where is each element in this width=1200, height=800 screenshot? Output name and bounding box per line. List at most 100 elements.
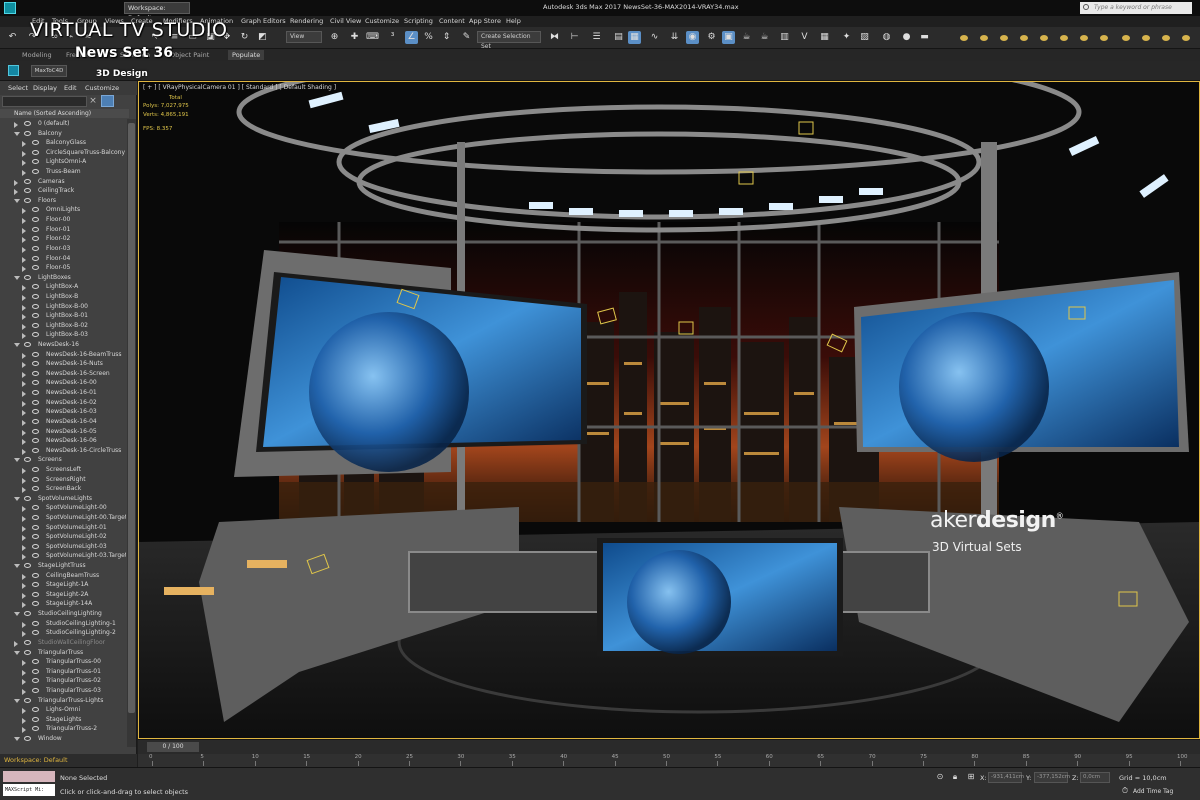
visibility-eye-icon[interactable] — [32, 370, 39, 376]
tree-row[interactable]: Floor-04 — [0, 254, 126, 264]
vray-frame-buffer-icon[interactable]: ▥ — [778, 31, 791, 44]
visibility-eye-icon[interactable] — [24, 495, 31, 501]
visibility-eye-icon[interactable] — [32, 620, 39, 626]
expand-arrow-icon[interactable] — [22, 323, 26, 330]
expand-arrow-icon[interactable] — [22, 477, 26, 484]
expand-arrow-icon[interactable] — [22, 371, 26, 378]
menu-customize[interactable]: Customize — [365, 17, 399, 25]
expand-arrow-icon[interactable] — [22, 227, 26, 234]
omni-light-icon[interactable] — [1060, 35, 1068, 41]
menu-content[interactable]: Content — [439, 17, 465, 25]
visibility-eye-icon[interactable] — [32, 534, 39, 540]
mirror-icon[interactable]: ⧓ — [548, 31, 561, 44]
tree-row[interactable]: SpotVolumeLight-00.Target — [0, 513, 126, 523]
expand-arrow-icon[interactable] — [22, 352, 26, 359]
expand-arrow-icon[interactable] — [14, 189, 18, 196]
tree-row[interactable]: ScreenBack — [0, 484, 126, 494]
expand-arrow-icon[interactable] — [22, 294, 26, 301]
menu-graph-editors[interactable]: Graph Editors — [241, 17, 286, 25]
spot-light-icon[interactable] — [1080, 35, 1088, 41]
visibility-eye-icon[interactable] — [24, 197, 31, 203]
visibility-eye-icon[interactable] — [32, 332, 39, 338]
tree-row[interactable]: NewsDesk-16-00 — [0, 378, 126, 388]
visibility-eye-icon[interactable] — [32, 601, 39, 607]
tree-row[interactable]: ScreensRight — [0, 475, 126, 485]
tree-row[interactable]: SpotVolumeLight-03.Target — [0, 551, 126, 561]
visibility-eye-icon[interactable] — [32, 207, 39, 213]
expand-arrow-icon[interactable] — [22, 391, 26, 398]
tree-row[interactable]: LightBox-B-00 — [0, 302, 126, 312]
vray-light-lister-icon[interactable]: ▦ — [818, 31, 831, 44]
visibility-eye-icon[interactable] — [24, 611, 31, 617]
visibility-eye-icon[interactable] — [32, 428, 39, 434]
expand-arrow-icon[interactable] — [22, 266, 26, 273]
keyboard-shortcut-icon[interactable]: ⌨ — [366, 31, 379, 44]
visibility-eye-icon[interactable] — [32, 303, 39, 309]
visibility-eye-icon[interactable] — [24, 736, 31, 741]
vray-plane-icon[interactable]: ▬ — [918, 31, 931, 44]
expand-arrow-icon[interactable] — [22, 429, 26, 436]
tree-row[interactable]: NewsDesk-16-Screen — [0, 369, 126, 379]
visibility-eye-icon[interactable] — [32, 399, 39, 405]
expand-arrow-icon[interactable] — [22, 314, 26, 321]
photometric-light-icon[interactable] — [1182, 35, 1190, 41]
collapse-arrow-icon[interactable] — [14, 198, 20, 203]
visibility-eye-icon[interactable] — [32, 572, 39, 578]
max-plugin-icon[interactable] — [8, 65, 19, 76]
visibility-eye-icon[interactable] — [24, 697, 31, 703]
visibility-eye-icon[interactable] — [32, 245, 39, 251]
vray-ambient-light-icon[interactable] — [1040, 35, 1048, 41]
tree-row[interactable]: StudioCeilingLighting — [0, 609, 126, 619]
menu-app-store[interactable]: App Store — [469, 17, 501, 25]
expand-arrow-icon[interactable] — [22, 246, 26, 253]
tree-row[interactable]: SpotVolumeLight-02 — [0, 532, 126, 542]
scale-icon[interactable]: ◩ — [256, 31, 269, 44]
expand-arrow-icon[interactable] — [22, 573, 26, 580]
expand-arrow-icon[interactable] — [22, 304, 26, 311]
tree-row[interactable]: StudioWallCeilingFloor — [0, 638, 126, 648]
undo-icon[interactable]: ↶ — [6, 31, 19, 44]
render-iterative-icon[interactable]: ☕ — [758, 31, 771, 44]
tree-row[interactable]: SpotVolumeLights — [0, 494, 126, 504]
visibility-eye-icon[interactable] — [24, 188, 31, 194]
filter-icon[interactable] — [101, 95, 114, 107]
tree-row[interactable]: SpotVolumeLight-00 — [0, 503, 126, 513]
visibility-eye-icon[interactable] — [32, 687, 39, 693]
tree-row[interactable]: 0 (default) — [0, 119, 126, 129]
visibility-eye-icon[interactable] — [32, 447, 39, 453]
skylight-icon[interactable] — [1122, 35, 1130, 41]
tree-row[interactable]: TriangularTruss-02 — [0, 676, 126, 686]
tree-row[interactable]: NewsDesk-16-06 — [0, 436, 126, 446]
tree-row[interactable]: OmniLights — [0, 205, 126, 215]
workspace-status-label[interactable]: Workspace: Default — [0, 754, 137, 767]
collapse-arrow-icon[interactable] — [14, 737, 20, 741]
maxtoc4d-button[interactable]: MaxToC4D — [31, 65, 67, 77]
expand-arrow-icon[interactable] — [14, 122, 18, 128]
visibility-eye-icon[interactable] — [32, 236, 39, 242]
align-icon[interactable]: ⊢ — [568, 31, 581, 44]
tree-row[interactable]: Floor-00 — [0, 215, 126, 225]
explorer-scroll-thumb[interactable] — [128, 123, 135, 713]
ribbon-toggle-icon[interactable]: ▦ — [628, 31, 641, 44]
visibility-eye-icon[interactable] — [24, 121, 31, 126]
reference-coordinate-combo[interactable]: View — [286, 31, 322, 43]
expand-arrow-icon[interactable] — [22, 554, 26, 561]
expand-arrow-icon[interactable] — [22, 237, 26, 244]
add-time-tag-button[interactable]: Add Time Tag — [1133, 788, 1173, 795]
explorer-menu-edit[interactable]: Edit — [64, 84, 77, 92]
viewport-label-menu[interactable]: [ + ] [ VRayPhysicalCamera 01 ] [ Standa… — [143, 84, 336, 91]
edit-named-selection-icon[interactable]: ✎ — [460, 31, 473, 44]
visibility-eye-icon[interactable] — [32, 169, 39, 175]
workspace-selector[interactable]: Workspace: Default — [124, 2, 190, 22]
visibility-eye-icon[interactable] — [32, 466, 39, 472]
expand-arrow-icon[interactable] — [22, 487, 26, 494]
tree-row[interactable]: LightBox-B-02 — [0, 321, 126, 331]
sunlight-icon[interactable] — [1142, 35, 1150, 41]
render-production-icon[interactable]: ☕ — [740, 31, 753, 44]
tree-row[interactable]: StageLightTruss — [0, 561, 126, 571]
visibility-eye-icon[interactable] — [32, 313, 39, 319]
visibility-eye-icon[interactable] — [24, 563, 31, 569]
visibility-eye-icon[interactable] — [32, 514, 39, 520]
tree-row[interactable]: CeilingTrack — [0, 186, 126, 196]
collapse-arrow-icon[interactable] — [14, 458, 20, 463]
